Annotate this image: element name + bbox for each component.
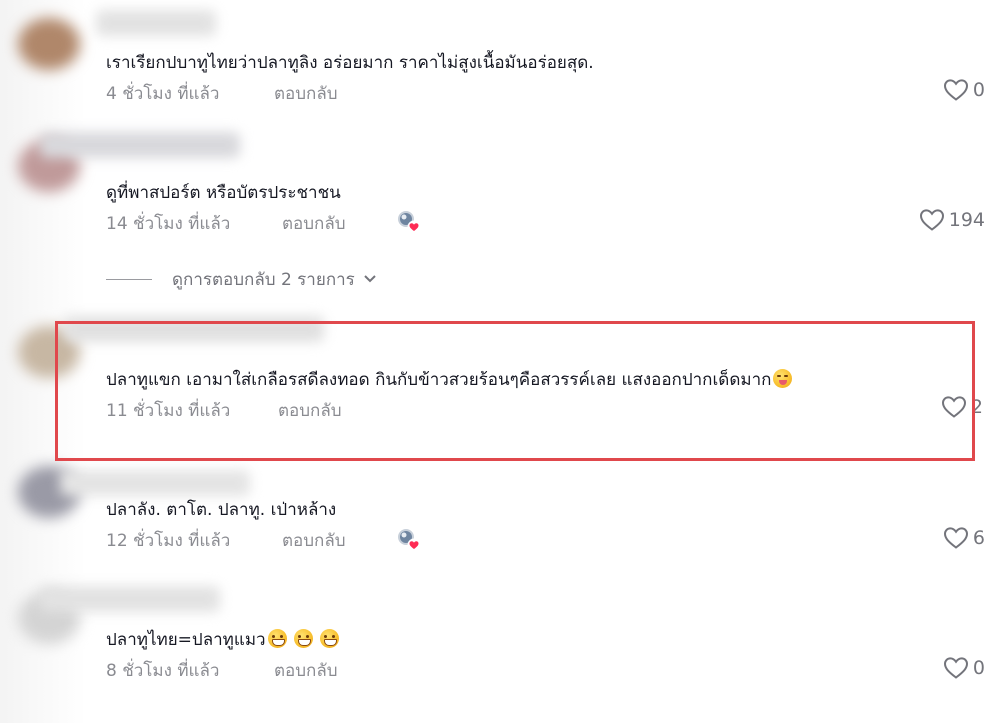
like-count: 194 bbox=[948, 209, 985, 231]
view-replies-label: ดูการตอบกลับ 2 รายการ bbox=[172, 269, 355, 290]
comment-meta: 4 ชั่วโมง ที่แล้ว ตอบกลับ bbox=[106, 80, 338, 107]
comment-text: ปลาทูไทย=ปลาทูแมว bbox=[106, 626, 340, 653]
comment-text-content: ปลาทูแขก เอามาใส่เกลือรสดีลงทอด กินกับข้… bbox=[106, 370, 772, 390]
comment-time: 4 ชั่วโมง ที่แล้ว bbox=[106, 84, 220, 104]
comment-meta: 12 ชั่วโมง ที่แล้ว ตอบกลับ bbox=[106, 527, 346, 554]
comment-text-content: ปลาทูไทย=ปลาทูแมว bbox=[106, 630, 266, 650]
comment-meta: 14 ชั่วโมง ที่แล้ว ตอบกลับ bbox=[106, 210, 346, 237]
like-button[interactable]: 0 bbox=[943, 77, 985, 103]
username-blurred[interactable] bbox=[96, 10, 216, 36]
username-blurred[interactable] bbox=[60, 470, 250, 496]
comment-meta: 8 ชั่วโมง ที่แล้ว ตอบกลับ bbox=[106, 657, 338, 684]
username-blurred[interactable] bbox=[64, 316, 324, 342]
like-button[interactable]: 6 bbox=[943, 525, 985, 551]
like-count: 0 bbox=[972, 657, 985, 679]
reply-button[interactable]: ตอบกลับ bbox=[274, 657, 338, 684]
heart-outline-icon bbox=[943, 78, 969, 102]
grinning-face-emoji bbox=[267, 629, 287, 648]
like-button[interactable]: 194 bbox=[919, 207, 985, 233]
like-count: 6 bbox=[972, 527, 985, 549]
grinning-face-emoji bbox=[320, 629, 340, 648]
creator-liked-heart-icon bbox=[396, 209, 421, 234]
like-button[interactable]: 2 bbox=[941, 394, 983, 420]
avatar[interactable] bbox=[18, 18, 80, 70]
comment-text: ดูที่พาสปอร์ต หรือบัตรประชาชน bbox=[106, 183, 341, 203]
divider-line bbox=[106, 278, 152, 280]
comment-meta: 11 ชั่วโมง ที่แล้ว ตอบกลับ bbox=[106, 397, 342, 424]
comments-panel: เราเรียกปบาทูไทยว่าปลาทูลิง อร่อยมาก ราค… bbox=[0, 0, 1003, 723]
creator-liked-heart-icon bbox=[396, 527, 421, 552]
comment-text: ปลาลัง. ตาโต. ปลาทู. เป่าหล้าง bbox=[106, 500, 337, 520]
heart-outline-icon bbox=[943, 656, 969, 680]
reply-button[interactable]: ตอบกลับ bbox=[282, 210, 346, 237]
comment-time: 8 ชั่วโมง ที่แล้ว bbox=[106, 661, 220, 681]
chevron-down-icon bbox=[363, 269, 377, 289]
heart-outline-icon bbox=[941, 395, 967, 419]
heart-outline-icon bbox=[919, 208, 945, 232]
reply-button[interactable]: ตอบกลับ bbox=[278, 397, 342, 424]
comment-text: เราเรียกปบาทูไทยว่าปลาทูลิง อร่อยมาก ราค… bbox=[106, 53, 594, 73]
username-blurred[interactable] bbox=[40, 586, 220, 612]
comment-time: 12 ชั่วโมง ที่แล้ว bbox=[106, 531, 231, 551]
comment-time: 14 ชั่วโมง ที่แล้ว bbox=[106, 214, 231, 234]
view-replies-button[interactable]: ดูการตอบกลับ 2 รายการ bbox=[106, 268, 377, 290]
face-savoring-food-emoji bbox=[773, 369, 793, 388]
heart-outline-icon bbox=[943, 526, 969, 550]
reply-button[interactable]: ตอบกลับ bbox=[282, 527, 346, 554]
comment-time: 11 ชั่วโมง ที่แล้ว bbox=[106, 401, 231, 421]
grinning-face-emoji bbox=[294, 629, 313, 648]
username-blurred[interactable] bbox=[40, 132, 240, 158]
comment-text: ปลาทูแขก เอามาใส่เกลือรสดีลงทอด กินกับข้… bbox=[106, 366, 793, 393]
like-count: 0 bbox=[972, 79, 985, 101]
like-count: 2 bbox=[970, 396, 983, 418]
reply-button[interactable]: ตอบกลับ bbox=[274, 80, 338, 107]
like-button[interactable]: 0 bbox=[943, 655, 985, 681]
